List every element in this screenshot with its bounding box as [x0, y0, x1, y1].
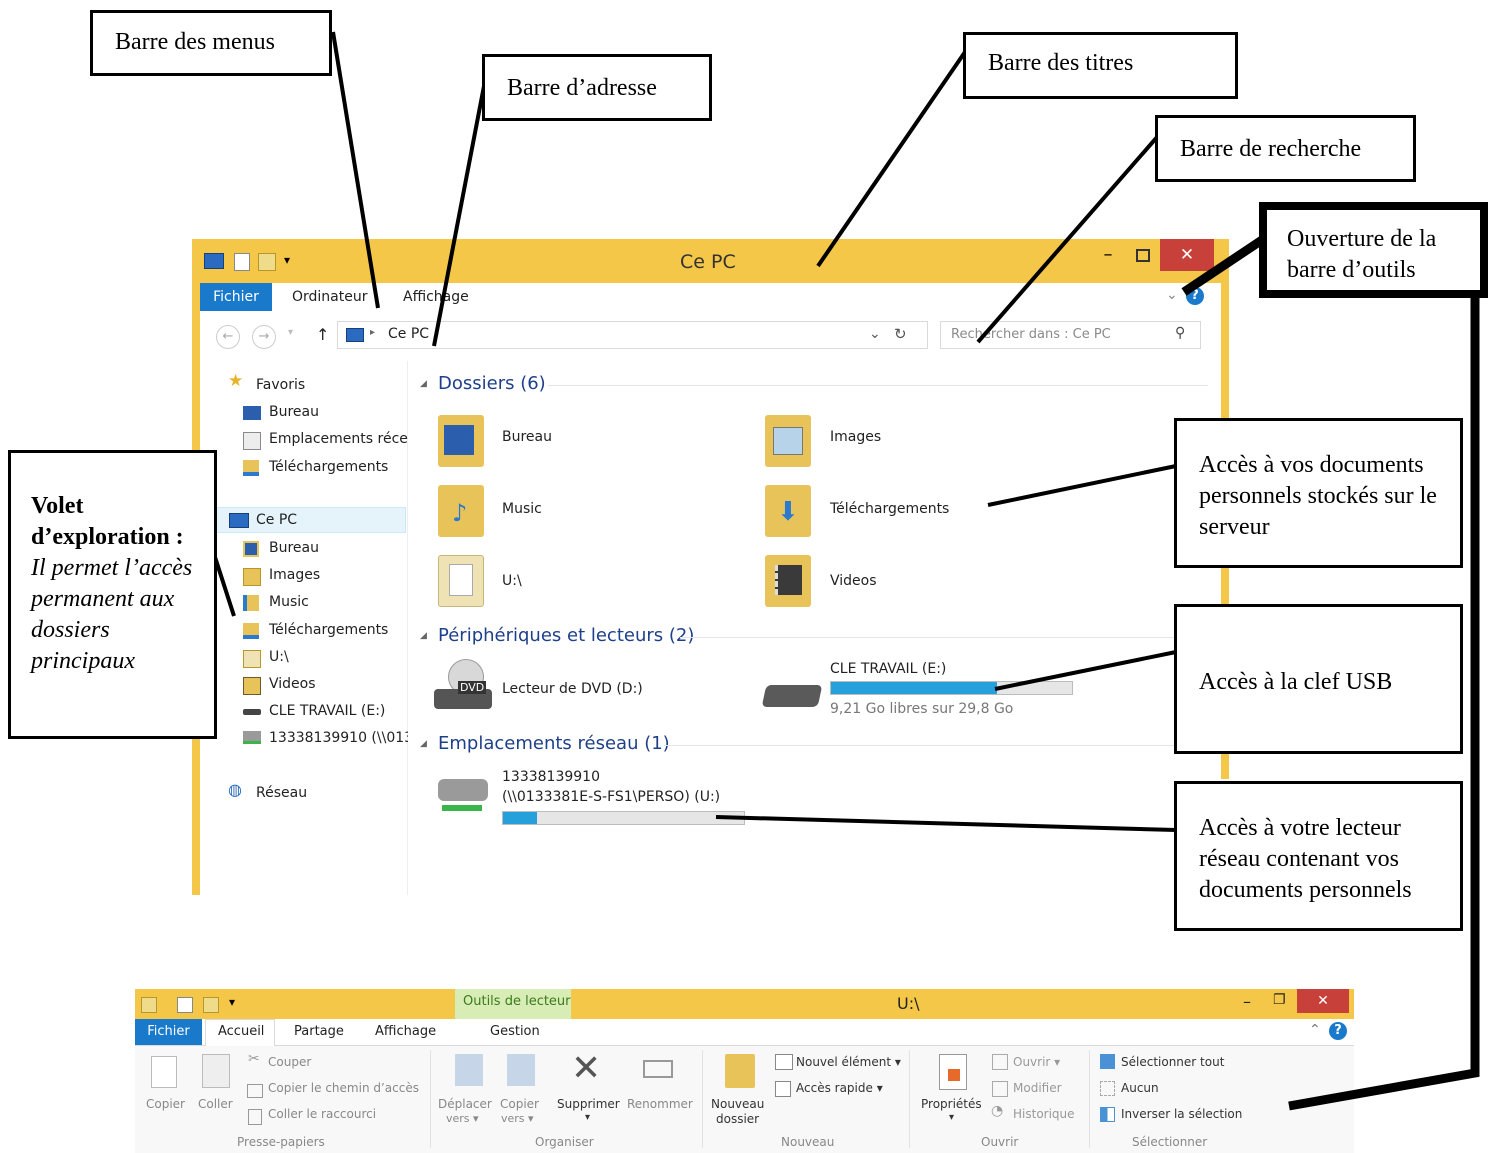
callout-barre-adresse: Barre d’adresse	[482, 54, 712, 121]
line-lecteur	[715, 815, 1177, 832]
line-adresse	[432, 85, 486, 347]
line-outils	[1181, 236, 1265, 296]
line-volet	[212, 553, 236, 617]
callout-barre-titres: Barre des titres	[963, 32, 1238, 99]
line-recherche	[976, 134, 1160, 344]
line-titres	[816, 50, 967, 268]
callout-barre-outils: Ouverture de la barre d’outils	[1259, 202, 1488, 298]
callout-documents: Accès à vos documents personnels stockés…	[1174, 418, 1463, 568]
callout-lecteur: Accès à votre lecteur réseau contenant v…	[1174, 781, 1463, 931]
callout-barre-recherche: Barre de recherche	[1155, 115, 1416, 182]
callout-volet-body: Il permet l’accès permanent aux dossiers…	[31, 555, 193, 674]
line-docs	[987, 464, 1177, 507]
callout-volet-title: Volet d’exploration :	[31, 493, 184, 550]
line-menus	[331, 31, 380, 309]
callout-barre-menus: Barre des menus	[90, 10, 332, 76]
line-usb	[994, 650, 1177, 691]
callout-volet: Volet d’exploration : Il permet l’accès …	[8, 450, 217, 739]
callout-usb: Accès à la clef USB	[1174, 604, 1463, 754]
